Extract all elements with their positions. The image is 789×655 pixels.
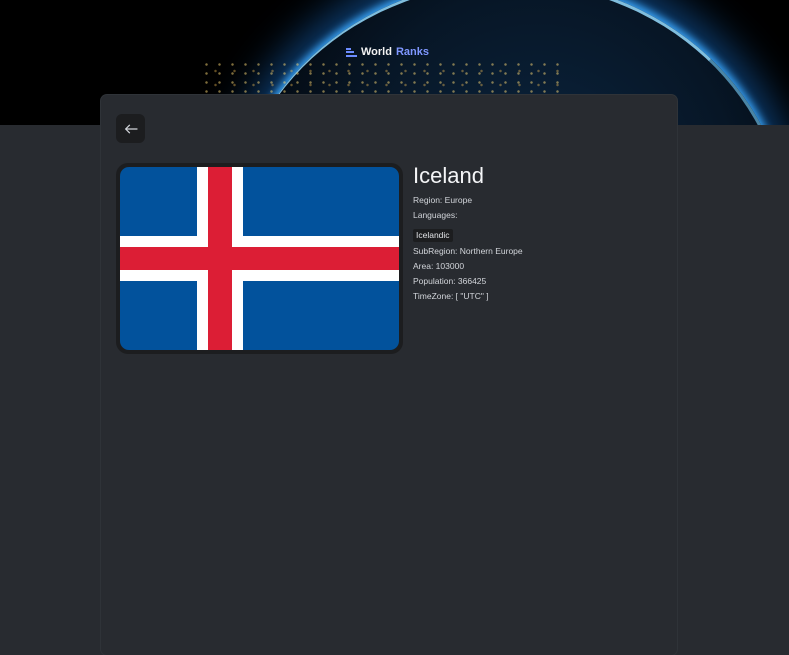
logo-word-ranks: Ranks [395, 46, 429, 58]
country-card: Iceland Region: Europe Languages: Icelan… [101, 95, 677, 655]
iceland-flag [120, 167, 399, 350]
flag-frame [116, 163, 403, 354]
population-text: Population: 366425 [413, 276, 487, 286]
logo-word-world: World [361, 46, 392, 58]
languages-label: Languages: [413, 210, 458, 220]
country-info: Iceland Region: Europe Languages: Icelan… [413, 163, 663, 304]
timezone-text: TimeZone: [ "UTC" ] [413, 291, 489, 301]
subregion-text: SubRegion: Northern Europe [413, 246, 523, 256]
region-text: Region: Europe [413, 195, 473, 205]
language-chip: Icelandic [413, 229, 453, 242]
logo[interactable]: World Ranks [346, 45, 429, 59]
area-text: Area: 103000 [413, 261, 465, 271]
country-name: Iceland [413, 163, 484, 188]
bars-icon [346, 47, 357, 57]
back-button[interactable] [116, 114, 145, 143]
arrow-left-icon [124, 124, 138, 133]
